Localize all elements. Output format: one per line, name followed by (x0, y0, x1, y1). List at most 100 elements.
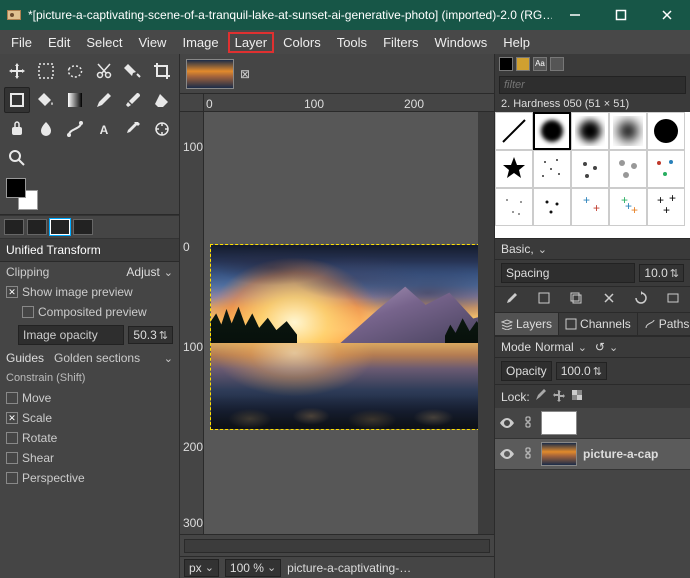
crop-tool-icon[interactable] (149, 58, 175, 84)
mode-value[interactable]: Normal (535, 340, 574, 354)
patterns-tab-icon[interactable] (516, 57, 530, 71)
image-tab[interactable] (186, 59, 234, 89)
brush-cell[interactable] (533, 188, 571, 226)
vertical-ruler[interactable]: 100 0 100 200 300 (180, 112, 204, 534)
checkbox[interactable] (6, 432, 18, 444)
paintbrush-tool-icon[interactable] (120, 87, 146, 113)
eraser-tool-icon[interactable] (149, 87, 175, 113)
history-tab-icon[interactable] (550, 57, 564, 71)
brush-cell[interactable]: +++ (647, 188, 685, 226)
visibility-toggle-icon[interactable] (499, 415, 515, 431)
guides-value[interactable]: Golden sections (48, 351, 160, 365)
checkbox[interactable] (6, 412, 18, 424)
brush-cell[interactable] (533, 150, 571, 188)
show-preview-checkbox[interactable] (6, 286, 18, 298)
brush-cell[interactable] (609, 112, 647, 150)
layer-opacity-value[interactable]: 100.0⇅ (556, 362, 607, 380)
close-tab-icon[interactable]: ⊠ (240, 67, 250, 81)
duplicate-brush-icon[interactable] (569, 291, 583, 308)
lock-alpha-icon[interactable] (570, 388, 584, 405)
pencil-tool-icon[interactable] (91, 87, 117, 113)
menu-edit[interactable]: Edit (41, 32, 77, 53)
brush-cell[interactable]: +++ (609, 188, 647, 226)
chain-icon[interactable] (521, 446, 535, 463)
menu-tools[interactable]: Tools (330, 32, 374, 53)
visibility-toggle-icon[interactable] (499, 446, 515, 462)
edit-brush-icon[interactable] (505, 291, 519, 308)
constrain-rotate[interactable]: Rotate (0, 428, 179, 448)
composited-row[interactable]: Composited preview (0, 302, 179, 322)
menu-layer[interactable]: Layer (228, 32, 275, 53)
clone-tool-icon[interactable] (4, 116, 30, 142)
move-tool-icon[interactable] (4, 58, 30, 84)
fuzzy-select-tool-icon[interactable] (120, 58, 146, 84)
brush-cell[interactable] (647, 112, 685, 150)
layer-row[interactable] (495, 408, 690, 439)
bucket-fill-tool-icon[interactable] (33, 87, 59, 113)
brush-cell[interactable] (533, 112, 571, 150)
tab-layers[interactable]: Layers (495, 313, 559, 335)
zoom-tool-icon[interactable] (4, 145, 30, 171)
checkbox[interactable] (6, 452, 18, 464)
brush-cell[interactable] (647, 150, 685, 188)
zoom-field[interactable]: 100 %⌄ (225, 559, 281, 577)
checkbox[interactable] (6, 472, 18, 484)
chain-icon[interactable] (521, 415, 535, 432)
constrain-move[interactable]: Move (0, 388, 179, 408)
menu-image[interactable]: Image (175, 32, 225, 53)
menu-windows[interactable]: Windows (427, 32, 494, 53)
vertical-scrollbar[interactable] (478, 112, 494, 534)
menu-filters[interactable]: Filters (376, 32, 425, 53)
horizontal-ruler[interactable]: 0 100 200 (204, 94, 494, 112)
gradient-tool-icon[interactable] (62, 87, 88, 113)
constrain-scale[interactable]: Scale (0, 408, 179, 428)
text-tool-icon[interactable]: A (91, 116, 117, 142)
menu-select[interactable]: Select (79, 32, 129, 53)
brush-grid[interactable]: ++ +++ +++ (495, 112, 690, 238)
tab-paths[interactable]: Paths (638, 313, 690, 335)
constrain-perspective[interactable]: Perspective (0, 468, 179, 488)
image-opacity-value[interactable]: 50.3⇅ (128, 326, 173, 344)
lock-pixels-icon[interactable] (534, 388, 548, 405)
new-brush-icon[interactable] (537, 291, 551, 308)
brush-cell[interactable] (495, 150, 533, 188)
checkbox[interactable] (6, 392, 18, 404)
chevron-down-icon[interactable]: ⌄ (578, 341, 587, 354)
unit-selector[interactable]: px⌄ (184, 559, 219, 577)
brushes-tab-icon[interactable] (499, 57, 513, 71)
brush-cell[interactable] (571, 150, 609, 188)
chevron-down-icon[interactable]: ⌄ (164, 266, 173, 279)
spacing-value[interactable]: 10.0⇅ (639, 264, 684, 282)
mode-switch-icon[interactable]: ↺ (591, 340, 605, 354)
tool-options-tab-icon[interactable] (4, 219, 24, 235)
chevron-down-icon[interactable]: ⌄ (164, 352, 173, 365)
tab-channels[interactable]: Channels (559, 313, 638, 335)
unified-transform-tool-icon[interactable] (4, 87, 30, 113)
horizontal-scrollbar[interactable] (184, 539, 490, 553)
delete-brush-icon[interactable] (602, 291, 616, 308)
menu-view[interactable]: View (132, 32, 174, 53)
layer-row[interactable]: picture-a-cap (495, 439, 690, 470)
menu-colors[interactable]: Colors (276, 32, 328, 53)
minimize-button[interactable] (552, 0, 598, 30)
brush-cell[interactable] (495, 188, 533, 226)
lock-position-icon[interactable] (552, 388, 566, 405)
constrain-shear[interactable]: Shear (0, 448, 179, 468)
refresh-brush-icon[interactable] (634, 291, 648, 308)
brush-cell[interactable] (609, 150, 647, 188)
device-status-tab-icon[interactable] (27, 219, 47, 235)
scissors-tool-icon[interactable] (91, 58, 117, 84)
canvas[interactable] (204, 112, 478, 534)
show-preview-row[interactable]: Show image preview (0, 282, 179, 302)
menu-help[interactable]: Help (496, 32, 537, 53)
maximize-button[interactable] (598, 0, 644, 30)
menu-file[interactable]: File (4, 32, 39, 53)
brush-cell[interactable] (571, 112, 609, 150)
measure-tool-icon[interactable] (149, 116, 175, 142)
composited-checkbox[interactable] (22, 306, 34, 318)
open-as-image-icon[interactable] (666, 291, 680, 308)
close-button[interactable] (644, 0, 690, 30)
brush-filter-input[interactable] (499, 76, 686, 94)
undo-history-tab-icon[interactable] (50, 219, 70, 235)
color-picker-tool-icon[interactable] (120, 116, 146, 142)
